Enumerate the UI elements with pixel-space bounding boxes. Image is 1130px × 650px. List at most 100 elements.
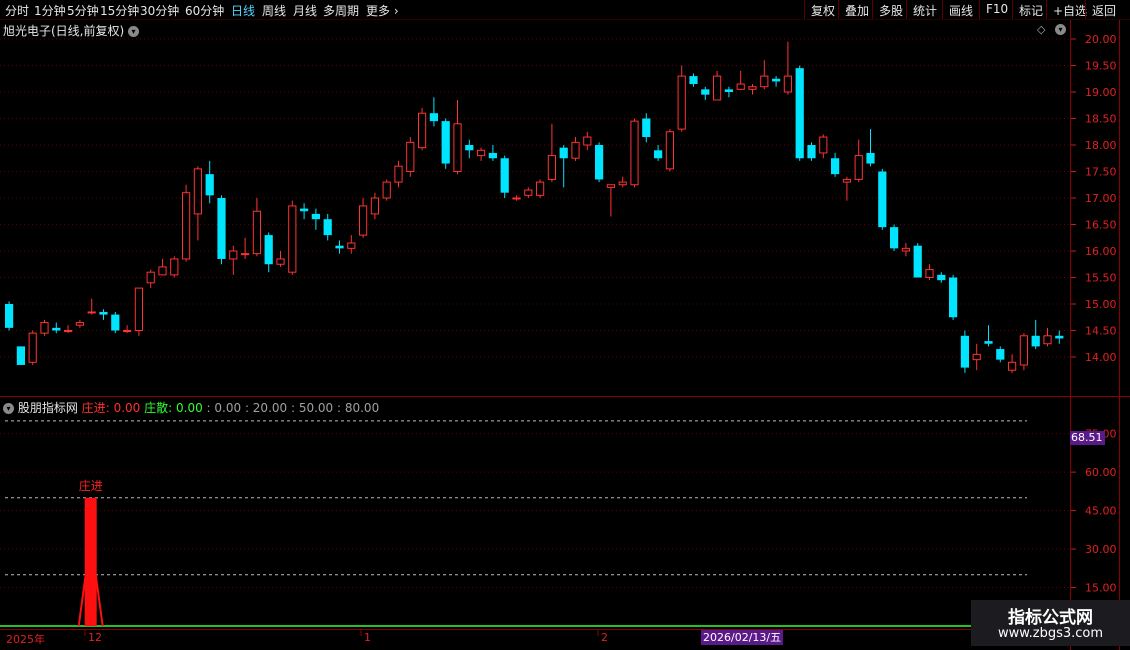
candle-body xyxy=(807,145,816,159)
cursor-date-tag: 2026/02/13/五 xyxy=(701,630,784,645)
candle-body xyxy=(642,118,651,138)
candle-body xyxy=(984,341,993,344)
x-label-year: 2025年 xyxy=(6,633,45,646)
candle-body xyxy=(64,330,73,332)
candle-body xyxy=(606,184,615,188)
diamond-icon[interactable]: ◇ xyxy=(1037,23,1045,36)
candle xyxy=(465,139,474,159)
candle xyxy=(1031,319,1040,350)
candle xyxy=(618,176,627,188)
back-button[interactable]: 返回 xyxy=(1085,0,1122,19)
candle xyxy=(288,200,297,275)
candle-body xyxy=(40,322,49,334)
candle-body xyxy=(890,227,899,249)
candle-body xyxy=(547,155,556,180)
candle-body xyxy=(429,113,438,122)
candle-body xyxy=(937,274,946,281)
period-tab-multi[interactable]: 多周期 xyxy=(323,2,359,19)
statistics-button[interactable]: 统计 xyxy=(906,0,943,19)
candle xyxy=(724,86,733,98)
candle-body xyxy=(87,311,96,314)
candle xyxy=(394,160,403,188)
watermark: 指标公式网 www.zbgs3.com xyxy=(971,600,1130,646)
drawing-button[interactable]: 画线 xyxy=(942,0,979,19)
period-tab-5min[interactable]: 5分钟 xyxy=(67,2,99,19)
candle xyxy=(595,142,604,183)
candle xyxy=(1043,327,1052,347)
candle xyxy=(134,287,144,336)
price-tick-label: 18.00 xyxy=(1085,139,1117,152)
indicator-name[interactable]: 股朋指标网 xyxy=(18,401,78,415)
candle-body xyxy=(394,165,403,183)
candle xyxy=(606,184,615,217)
indicator-tick-label: 15.00 xyxy=(1085,582,1117,595)
candle xyxy=(453,99,462,175)
period-tab-intraday[interactable]: 分时 xyxy=(5,2,29,19)
chart-title[interactable]: 旭光电子(日线,前复权) ▾ xyxy=(3,22,140,39)
candle-body xyxy=(75,322,85,326)
candle-body xyxy=(736,83,745,90)
settings-chevron-icon[interactable]: ▾ xyxy=(1055,22,1066,36)
price-tick-label: 18.50 xyxy=(1085,113,1117,126)
price-chart[interactable]: 20.0019.5019.0018.5018.0017.5017.0016.50… xyxy=(0,0,1130,650)
candle xyxy=(654,145,663,161)
candle-body xyxy=(229,250,238,260)
period-tab-15min[interactable]: 15分钟 xyxy=(100,2,139,19)
indicator-tick-label: 60.00 xyxy=(1085,466,1117,479)
candle-body xyxy=(713,75,722,101)
candle xyxy=(524,187,533,198)
period-tab-more[interactable]: 更多 › xyxy=(366,2,399,19)
candle-body xyxy=(52,327,61,331)
candle xyxy=(87,298,96,315)
chevron-down-icon[interactable]: ▾ xyxy=(3,403,14,414)
period-tab-60min[interactable]: 60分钟 xyxy=(185,2,224,19)
period-tab-monthly[interactable]: 月线 xyxy=(293,2,317,19)
multi-stock-button[interactable]: 多股 xyxy=(872,0,909,19)
candle xyxy=(146,269,155,289)
signal-label: 庄进 xyxy=(79,478,103,493)
candle xyxy=(890,224,899,251)
f10-button[interactable]: F10 xyxy=(979,0,1014,19)
candle xyxy=(1008,354,1017,373)
period-tab-daily[interactable]: 日线 xyxy=(231,2,255,19)
mark-button[interactable]: 标记 xyxy=(1012,0,1049,19)
candle-body xyxy=(724,89,733,92)
candle xyxy=(949,274,958,320)
candle-body xyxy=(205,174,214,196)
candle-body xyxy=(559,147,568,159)
candle-body xyxy=(689,76,698,85)
candle-body xyxy=(382,181,391,199)
period-tab-30min[interactable]: 30分钟 xyxy=(140,2,179,19)
chevron-down-icon[interactable]: ▾ xyxy=(128,26,140,37)
candle xyxy=(642,113,651,143)
candle-body xyxy=(99,311,108,315)
price-tick-label: 20.00 xyxy=(1085,33,1117,46)
indicator-header: ▾ 股朋指标网 庄进: 0.00 庄散: 0.00 : 0.00 : 20.00… xyxy=(3,399,379,416)
candle-body xyxy=(182,192,191,260)
restore-rights-button[interactable]: 复权 xyxy=(804,0,841,19)
candle-body xyxy=(300,208,309,212)
overlay-button[interactable]: 叠加 xyxy=(838,0,875,19)
candle-body xyxy=(193,168,203,215)
candle xyxy=(630,118,639,188)
indicator-cursor-value: 68.51 xyxy=(1070,431,1105,445)
candle xyxy=(40,319,49,336)
zj-label: 庄进 xyxy=(81,401,106,415)
candle-body xyxy=(618,181,627,186)
candle-body xyxy=(748,86,757,90)
candle-body xyxy=(134,287,144,332)
zj-value: 0.00 xyxy=(113,401,141,415)
candle xyxy=(99,309,108,320)
watermark-title: 指标公式网 xyxy=(1008,608,1093,628)
period-tab-1min[interactable]: 1分钟 xyxy=(34,2,66,19)
candle xyxy=(182,184,191,262)
price-tick-label: 14.50 xyxy=(1085,325,1117,338)
period-tab-weekly[interactable]: 周线 xyxy=(262,2,286,19)
candle-body xyxy=(536,181,545,196)
candle-body xyxy=(500,158,509,193)
candle xyxy=(75,319,85,328)
candle-body xyxy=(370,197,379,215)
price-tick-label: 19.50 xyxy=(1085,60,1117,73)
zs-label: 庄散 xyxy=(144,401,169,415)
candle-body xyxy=(1031,335,1040,347)
